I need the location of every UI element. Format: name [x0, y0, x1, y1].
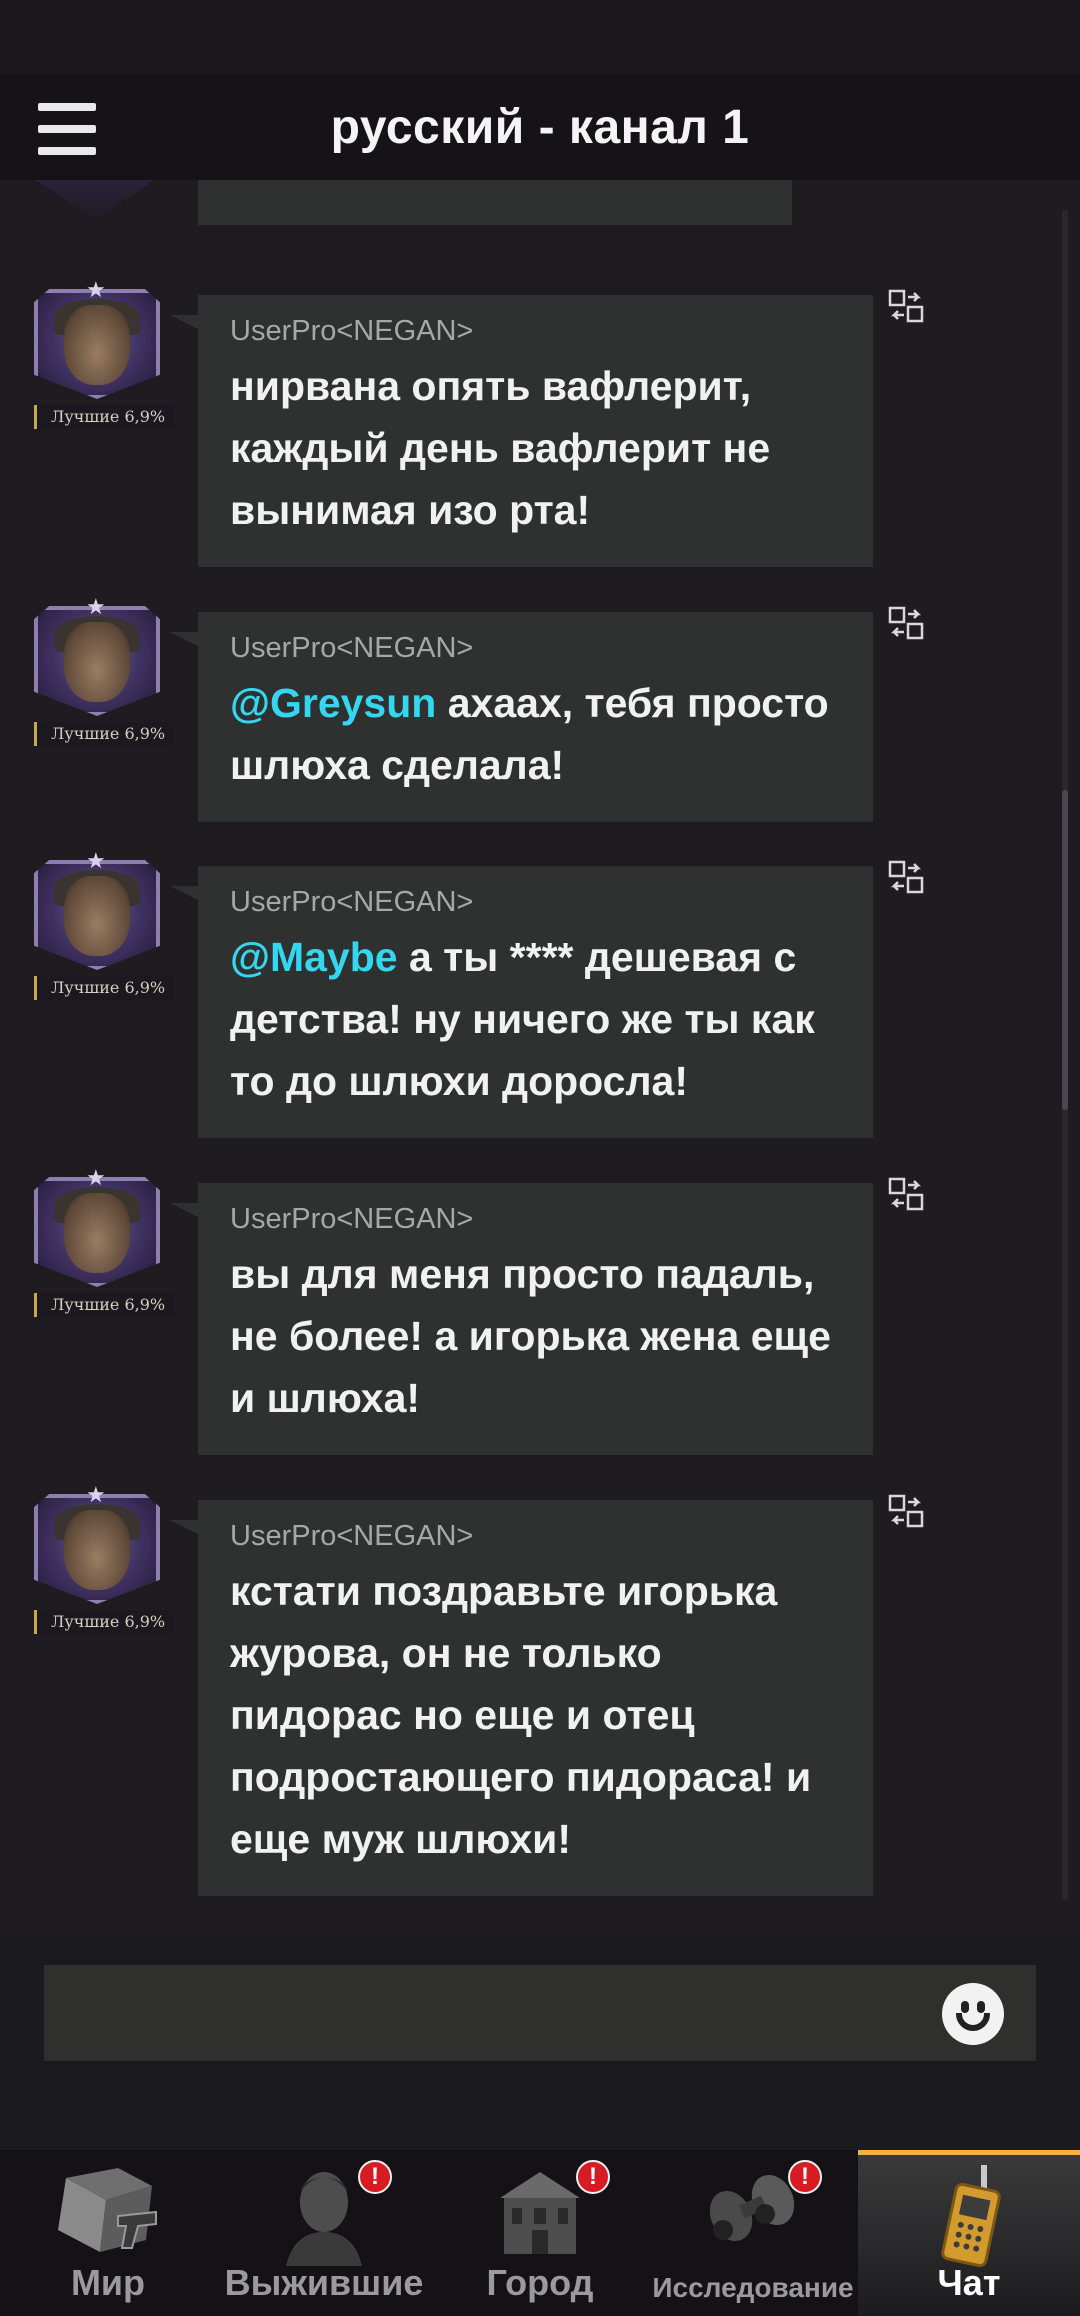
message-text: @Greysun ахаах, тебя просто шлюха сделал… [230, 680, 829, 788]
star-icon: ★ [86, 1482, 106, 1507]
nav-label: Чат [937, 2262, 1001, 2303]
rank-badge: Лучшие 6,9% [34, 405, 174, 429]
translate-icon[interactable] [888, 860, 924, 894]
rank-badge: Лучшие 6,9% [34, 1610, 174, 1634]
menu-icon[interactable] [38, 103, 96, 155]
bottom-nav: Мир ! Выжившие ! Город ! Исследование Ча… [0, 2150, 1080, 2316]
nav-label: Исследование [652, 2272, 854, 2303]
nav-label: Выжившие [224, 2262, 424, 2303]
alert-badge: ! [788, 2160, 822, 2194]
nav-explore[interactable]: ! Исследование [648, 2150, 858, 2316]
status-bar [0, 0, 1080, 75]
avatar[interactable]: ★ Лучшие 6,9% [26, 848, 174, 1006]
message-bubble[interactable]: UserPro<NEGAN> @Greysun ахаах, тебя прос… [170, 612, 873, 822]
message-bubble[interactable]: UserPro<NEGAN> кстати поздравьте игорька… [170, 1500, 873, 1896]
message-bubble-partial [198, 180, 792, 225]
message-bubble[interactable]: UserPro<NEGAN> вы для меня просто падаль… [170, 1183, 873, 1455]
message-text: кстати поздравьте игорька журова, он не … [230, 1568, 812, 1862]
header: русский - канал 1 [0, 75, 1080, 180]
avatar[interactable]: ★ Лучшие 6,9% [26, 1482, 174, 1640]
message-bubble[interactable]: UserPro<NEGAN> @Maybe а ты **** дешевая … [170, 866, 873, 1138]
mention[interactable]: @Greysun [230, 680, 436, 726]
rank-badge: Лучшие 6,9% [34, 722, 174, 746]
sender-name[interactable]: UserPro<NEGAN> [230, 884, 841, 920]
nav-survivors[interactable]: ! Выжившие [216, 2150, 432, 2316]
rank-badge: Лучшие 6,9% [34, 1293, 174, 1317]
message-text: нирвана опять вафлерит, каждый день вафл… [230, 363, 771, 533]
sender-name[interactable]: UserPro<NEGAN> [230, 1201, 841, 1237]
chat-screen: русский - канал 1 ★ Лучшие 6,9% UserPro<… [0, 0, 1080, 2316]
message-bubble[interactable]: UserPro<NEGAN> нирвана опять вафлерит, к… [170, 295, 873, 567]
translate-icon[interactable] [888, 606, 924, 640]
message-input-row [0, 1935, 1080, 2150]
translate-icon[interactable] [888, 1177, 924, 1211]
nav-label: Город [486, 2262, 594, 2303]
sender-name[interactable]: UserPro<NEGAN> [230, 313, 841, 349]
star-icon: ★ [86, 594, 106, 619]
map-gun-icon [58, 2168, 157, 2252]
nav-city[interactable]: ! Город [432, 2150, 648, 2316]
message-input[interactable] [44, 1965, 1036, 2061]
mention[interactable]: @Maybe [230, 934, 398, 980]
avatar[interactable]: ★ Лучшие 6,9% [26, 277, 174, 435]
avatar[interactable] [30, 180, 160, 220]
message-text: @Maybe а ты **** дешевая с детства! ну н… [230, 934, 815, 1104]
walkie-talkie-icon [941, 2165, 1001, 2268]
channel-title[interactable]: русский - канал 1 [331, 100, 750, 155]
alert-badge: ! [358, 2160, 392, 2194]
message-list[interactable]: ★ Лучшие 6,9% UserPro<NEGAN> нирвана опя… [0, 180, 1080, 1935]
star-icon: ★ [86, 848, 106, 873]
message-text: вы для меня просто падаль, не более! а и… [230, 1251, 831, 1421]
sender-name[interactable]: UserPro<NEGAN> [230, 1518, 841, 1554]
translate-icon[interactable] [888, 1494, 924, 1528]
rank-badge: Лучшие 6,9% [34, 976, 174, 1000]
translate-icon[interactable] [888, 289, 924, 323]
sender-name[interactable]: UserPro<NEGAN> [230, 630, 841, 666]
nav-world[interactable]: Мир [0, 2150, 216, 2316]
nav-label: Мир [70, 2262, 146, 2303]
avatar[interactable]: ★ Лучшие 6,9% [26, 1165, 174, 1323]
star-icon: ★ [86, 1165, 106, 1190]
avatar[interactable]: ★ Лучшие 6,9% [26, 594, 174, 752]
nav-chat[interactable]: Чат [858, 2150, 1080, 2316]
emoji-icon[interactable] [942, 1983, 1004, 2045]
alert-badge: ! [576, 2160, 610, 2194]
star-icon: ★ [86, 277, 106, 302]
scrollbar-thumb[interactable] [1062, 790, 1068, 1110]
